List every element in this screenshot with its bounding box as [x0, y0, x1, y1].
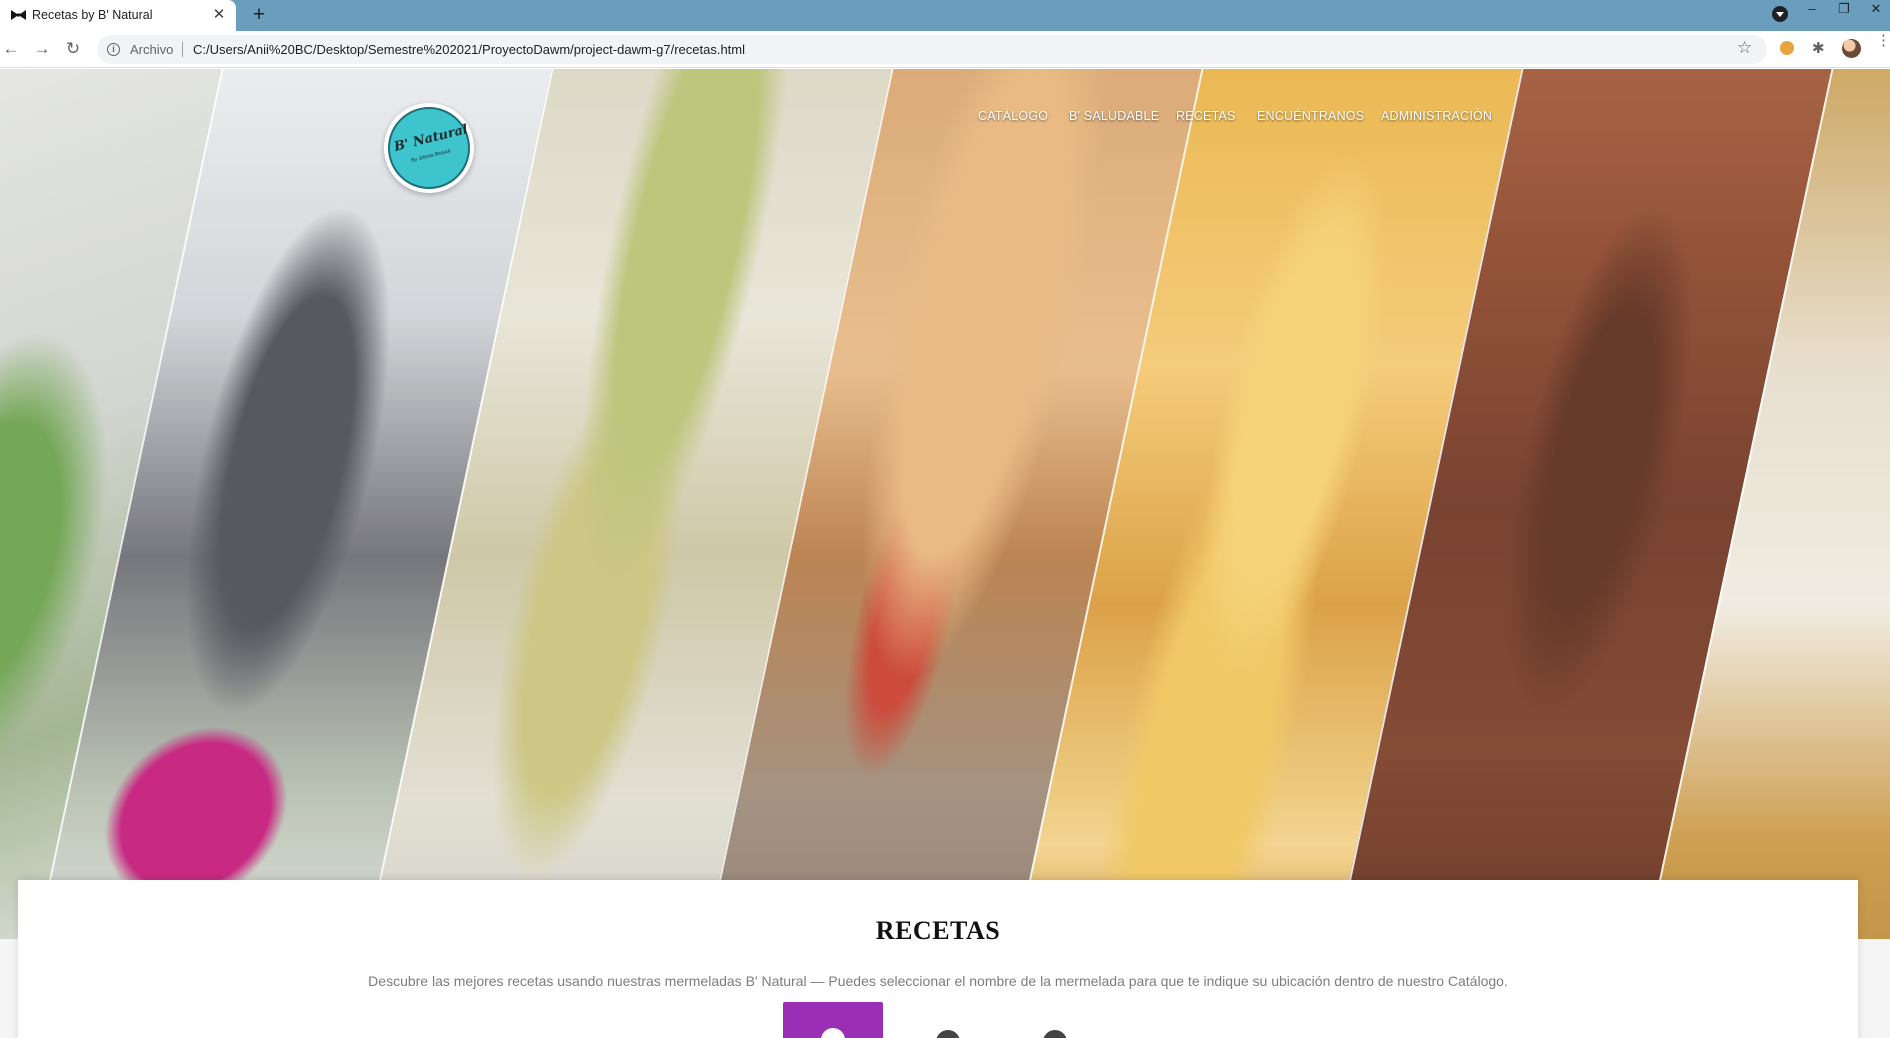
recipes-section: RECETAS Descubre las mejores recetas usa…	[18, 880, 1858, 1038]
cookie-extension-icon[interactable]	[1780, 41, 1794, 55]
info-icon[interactable]: i	[107, 43, 120, 56]
hero-banner: B' Natural By Jolinda Beauté CATÁLOGO B'…	[0, 69, 1890, 939]
nav-item-administracion[interactable]: ADMINISTRACIÓN	[1381, 109, 1492, 123]
nav-item-catalogo[interactable]: CATÁLOGO	[978, 109, 1048, 123]
section-description: Descubre las mejores recetas usando nues…	[368, 973, 1508, 989]
browser-menu-icon[interactable]: ⋮	[1876, 33, 1890, 48]
recipe-filter-active[interactable]	[783, 1002, 883, 1038]
recipe-filter-icon[interactable]	[1043, 1030, 1067, 1038]
url-text[interactable]: C:/Users/Anii%20BC/Desktop/Semestre%2020…	[193, 42, 745, 57]
nav-item-b-saludable[interactable]: B' SALUDABLE	[1069, 109, 1159, 123]
nav-item-encuentranos[interactable]: ENCUÉNTRANOS	[1257, 109, 1364, 123]
new-tab-button[interactable]: +	[248, 4, 270, 26]
tab-title: Recetas by B' Natural	[32, 8, 153, 22]
profile-avatar-icon[interactable]	[1842, 39, 1861, 58]
bow-tie-favicon-icon	[11, 10, 26, 20]
forward-button[interactable]: →	[31, 38, 53, 60]
address-bar[interactable]: i Archivo C:/Users/Anii%20BC/Desktop/Sem…	[97, 35, 1767, 64]
browser-tab-active[interactable]: Recetas by B' Natural ✕	[0, 0, 236, 31]
puzzle-extension-icon[interactable]: ✱	[1812, 39, 1825, 57]
minimize-button[interactable]: –	[1798, 0, 1826, 22]
nav-item-recetas[interactable]: RECETAS	[1176, 109, 1236, 123]
reload-button[interactable]: ↻	[62, 38, 84, 60]
site-logo[interactable]: B' Natural By Jolinda Beauté	[384, 103, 474, 193]
close-window-button[interactable]: ✕	[1862, 0, 1890, 22]
tab-search-icon[interactable]	[1772, 6, 1788, 22]
page-title: RECETAS	[875, 916, 1001, 945]
browser-tab-bar: Recetas by B' Natural ✕ + – ❐ ✕	[0, 0, 1890, 31]
back-button[interactable]: ←	[0, 38, 22, 60]
browser-toolbar: ← → ↻ i Archivo C:/Users/Anii%20BC/Deskt…	[0, 31, 1890, 68]
page-viewport: B' Natural By Jolinda Beauté CATÁLOGO B'…	[0, 69, 1890, 1038]
logo-badge: B' Natural By Jolinda Beauté	[388, 107, 470, 189]
star-icon[interactable]: ☆	[1737, 38, 1752, 58]
recipe-filter-icon[interactable]	[936, 1030, 960, 1038]
hero-overlay	[0, 69, 1890, 939]
omnibox-divider	[182, 42, 183, 57]
scheme-label: Archivo	[130, 42, 174, 57]
restore-button[interactable]: ❐	[1830, 0, 1858, 22]
tab-close-icon[interactable]: ✕	[210, 6, 228, 24]
